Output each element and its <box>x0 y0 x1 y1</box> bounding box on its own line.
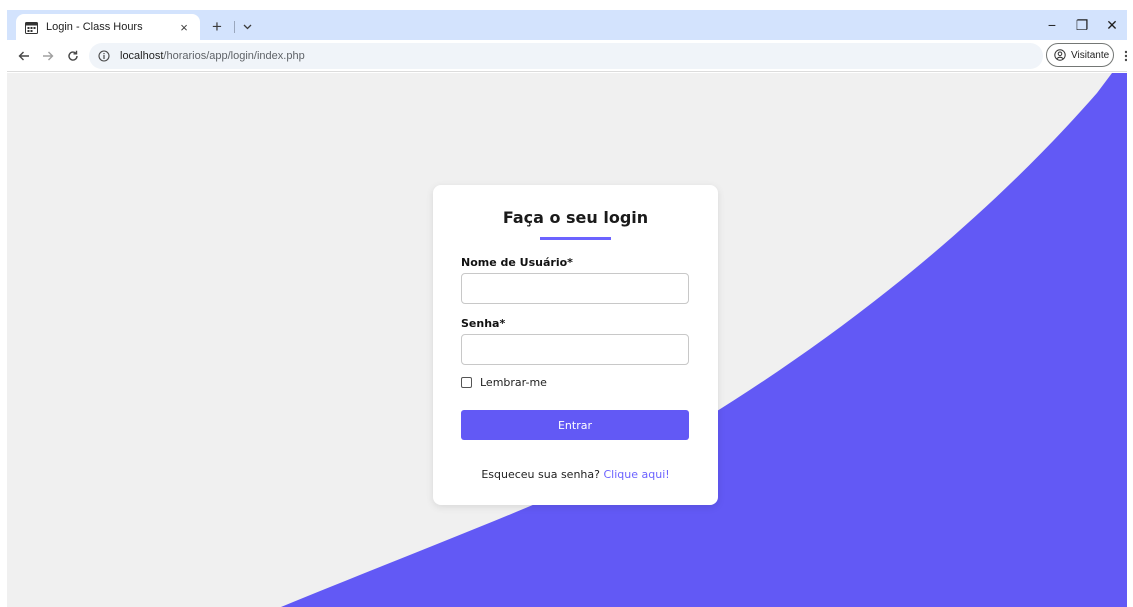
username-input[interactable] <box>461 273 689 304</box>
login-card: Faça o seu login Nome de Usuário* Senha*… <box>433 185 718 505</box>
remember-me-label[interactable]: Lembrar-me <box>480 376 547 389</box>
window-controls: − ❐ ✕ <box>1037 10 1127 40</box>
close-window-button[interactable]: ✕ <box>1097 10 1127 40</box>
reload-icon[interactable] <box>61 44 85 68</box>
tab-title: Login - Class Hours <box>46 21 143 33</box>
profile-label: Visitante <box>1071 49 1110 61</box>
forgot-password-text: Esqueceu sua senha? <box>481 468 604 481</box>
forgot-password-link[interactable]: Clique aqui! <box>603 468 669 481</box>
username-label: Nome de Usuário* <box>461 256 573 269</box>
remember-me-row[interactable]: Lembrar-me <box>461 376 547 389</box>
url-path: /horarios/app/login/index.php <box>163 50 305 62</box>
password-input[interactable] <box>461 334 689 365</box>
new-tab-button[interactable]: + <box>206 16 228 38</box>
tab-divider <box>234 21 235 33</box>
restore-button[interactable]: ❐ <box>1067 10 1097 40</box>
page-viewport: Faça o seu login Nome de Usuário* Senha*… <box>7 73 1127 607</box>
forward-arrow-icon[interactable] <box>36 44 60 68</box>
tab-strip: Login - Class Hours × + − ❐ ✕ <box>7 10 1127 40</box>
url-text: localhost/horarios/app/login/index.php <box>120 50 305 62</box>
minimize-button[interactable]: − <box>1037 10 1067 40</box>
password-label: Senha* <box>461 317 506 330</box>
profile-button[interactable]: Visitante <box>1046 43 1114 67</box>
tab-search-chevron-icon[interactable] <box>239 17 255 37</box>
title-underline <box>540 237 611 240</box>
login-submit-button[interactable]: Entrar <box>461 410 689 440</box>
site-info-icon[interactable] <box>97 49 111 63</box>
remember-me-checkbox[interactable] <box>461 377 472 388</box>
forgot-password-row: Esqueceu sua senha? Clique aqui! <box>433 468 718 481</box>
window-frame-left <box>0 0 7 607</box>
browser-toolbar: localhost/horarios/app/login/index.php V… <box>7 40 1128 72</box>
address-bar[interactable]: localhost/horarios/app/login/index.php <box>89 43 1043 69</box>
back-arrow-icon[interactable] <box>12 44 36 68</box>
tab-login[interactable]: Login - Class Hours × <box>16 14 200 40</box>
calendar-icon <box>24 20 38 34</box>
profile-avatar-icon <box>1053 48 1067 62</box>
window-frame-right <box>1127 0 1133 607</box>
login-title: Faça o seu login <box>502 208 649 227</box>
tab-close-icon[interactable]: × <box>176 20 192 35</box>
url-host: localhost <box>120 50 164 62</box>
